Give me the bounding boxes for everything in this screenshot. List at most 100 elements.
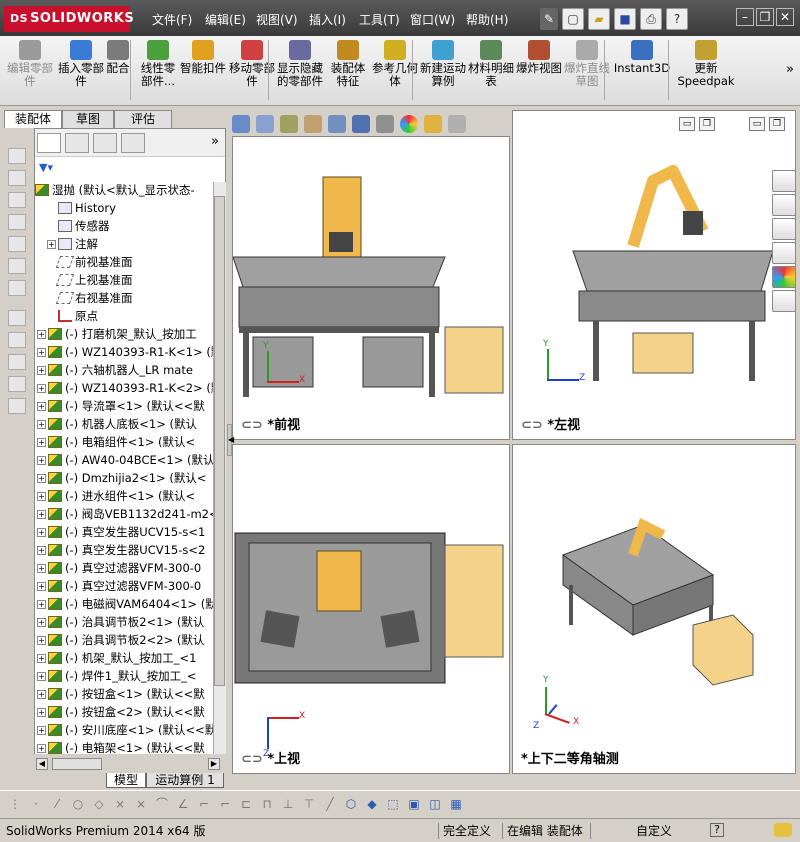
expand-icon[interactable]: + [37, 492, 46, 501]
property-manager-icon[interactable] [65, 133, 89, 153]
expand-arrows-icon[interactable]: » [211, 134, 219, 149]
tree-item[interactable]: + (-) 焊件1_默认_按加工_< [35, 667, 225, 685]
tree-root[interactable]: 湿抛 (默认<默认_显示状态- [35, 181, 225, 199]
left-strip-icon-10[interactable] [8, 376, 26, 392]
sketch-tool-icon-12[interactable]: ⊓ [260, 797, 274, 811]
viewport-isometric[interactable]: Y X Z *上下二等角轴测 [512, 444, 796, 774]
sketch-tool-icon-6[interactable]: ⨯ [134, 797, 148, 811]
left-strip-icon-0[interactable] [8, 148, 26, 164]
left-strip-icon-6[interactable] [8, 280, 26, 296]
tree-item[interactable]: + (-) WZ140393-R1-K<1> (默 [35, 343, 225, 361]
expand-icon[interactable]: + [37, 726, 46, 735]
expand-icon[interactable]: + [37, 618, 46, 627]
sketch-tool-icon-13[interactable]: ⊥ [281, 797, 295, 811]
toolbar-button-3[interactable]: 线性零部件... [136, 38, 180, 104]
sketch-tool-icon-5[interactable]: ⨯ [113, 797, 127, 811]
tab-motion-study[interactable]: 运动算例 1 [146, 773, 224, 788]
tree-item[interactable]: + (-) 六轴机器人_LR mate [35, 361, 225, 379]
toolbar-button-0[interactable]: 编辑零部件 [4, 38, 56, 104]
tree-item[interactable]: + (-) 安川底座<1> (默认<<默 [35, 721, 225, 739]
expand-icon[interactable]: + [37, 564, 46, 573]
expand-icon[interactable]: + [37, 402, 46, 411]
sketch-tool-icon-7[interactable]: ⌒ [155, 797, 169, 811]
left-strip-icon-9[interactable] [8, 354, 26, 370]
viewport-restore-icon[interactable]: ❐ [699, 117, 715, 131]
pin-icon[interactable]: ✎ [540, 8, 558, 30]
edit-appearance-icon[interactable] [400, 115, 418, 133]
left-strip-icon-5[interactable] [8, 258, 26, 274]
sketch-tool-icon-15[interactable]: ╱ [323, 797, 337, 811]
tab-evaluate[interactable]: 评估 [114, 110, 172, 128]
zoom-to-fit-icon[interactable] [232, 115, 250, 133]
tree-item[interactable]: 右视基准面 [35, 289, 225, 307]
tree-scroll-thumb[interactable] [214, 196, 225, 686]
toolbar-button-14[interactable]: 更新Speedpak [676, 38, 736, 104]
sketch-tool-icon-11[interactable]: ⊏ [239, 797, 253, 811]
expand-icon[interactable]: + [37, 384, 46, 393]
sketch-tool-icon-10[interactable]: ⌐ [218, 797, 232, 811]
left-strip-icon-4[interactable] [8, 236, 26, 252]
menu-insert[interactable]: 插入(I) [309, 11, 346, 28]
tree-item[interactable]: + (-) 电磁阀VAM6404<1> (默 [35, 595, 225, 613]
viewport-tile-icon[interactable]: ▭ [749, 117, 765, 131]
menu-tools[interactable]: 工具(T) [359, 11, 400, 28]
tree-item[interactable]: + (-) 进水组件<1> (默认< [35, 487, 225, 505]
sketch-tool-icon-18[interactable]: ⬚ [386, 797, 400, 811]
left-strip-icon-11[interactable] [8, 398, 26, 414]
left-strip-icon-1[interactable] [8, 170, 26, 186]
expand-icon[interactable]: + [37, 366, 46, 375]
tree-item[interactable]: + (-) 治具调节板2<2> (默认 [35, 631, 225, 649]
menu-file[interactable]: 文件(F) [152, 11, 192, 28]
sketch-tool-icon-3[interactable]: ○ [71, 797, 85, 811]
previous-view-icon[interactable] [280, 115, 298, 133]
print-icon[interactable]: ⎙ [640, 8, 662, 30]
tree-item[interactable]: + (-) AW40-04BCE<1> (默认 [35, 451, 225, 469]
new-document-icon[interactable]: ▢ [562, 8, 584, 30]
sketch-tool-icon-4[interactable]: ◇ [92, 797, 106, 811]
tree-item[interactable]: + (-) 真空过滤器VFM-300-0 [35, 559, 225, 577]
tree-item[interactable]: + (-) 按钮盒<2> (默认<<默 [35, 703, 225, 721]
tree-item[interactable]: 原点 [35, 307, 225, 325]
expand-icon[interactable]: + [37, 654, 46, 663]
viewport-minimize-icon[interactable]: ▭ [679, 117, 695, 131]
open-folder-icon[interactable]: ▰ [588, 8, 610, 30]
tree-item[interactable]: + (-) 机架_默认_按加工_<1 [35, 649, 225, 667]
expand-icon[interactable]: + [37, 420, 46, 429]
tree-item[interactable]: + (-) 按钮盒<1> (默认<<默 [35, 685, 225, 703]
toolbar-button-10[interactable]: 材料明细表 [468, 38, 514, 104]
viewport-top[interactable]: X Z ⊂⊃ *上视 [232, 444, 510, 774]
left-strip-icon-2[interactable] [8, 192, 26, 208]
sketch-tool-icon-1[interactable]: · [29, 797, 43, 811]
toolbar-overflow-icon[interactable]: » [786, 62, 794, 77]
help-icon[interactable]: ? [666, 8, 688, 30]
expand-icon[interactable]: + [37, 744, 46, 753]
viewport-front[interactable]: Y X ⊂⊃ *前视 [232, 136, 510, 440]
menu-edit[interactable]: 编辑(E) [205, 11, 246, 28]
menu-view[interactable]: 视图(V) [256, 11, 298, 28]
tree-item[interactable]: + 注解 [35, 235, 225, 253]
expand-icon[interactable]: + [37, 546, 46, 555]
home-icon[interactable] [772, 170, 796, 192]
sketch-tool-icon-8[interactable]: ∠ [176, 797, 190, 811]
tree-item[interactable]: + (-) 打磨机架_默认_按加工 [35, 325, 225, 343]
toolbar-button-7[interactable]: 装配体特征 [326, 38, 370, 104]
minimize-icon[interactable]: – [736, 8, 754, 26]
tree-item[interactable]: + (-) 真空发生器UCV15-s<2 [35, 541, 225, 559]
view-palette-icon[interactable] [772, 242, 796, 264]
tree-item[interactable]: + (-) WZ140393-R1-K<2> (默 [35, 379, 225, 397]
sketch-tool-icon-21[interactable]: ▦ [449, 797, 463, 811]
custom-properties-icon[interactable] [772, 290, 796, 312]
expand-icon[interactable]: + [37, 600, 46, 609]
expand-icon[interactable]: + [37, 330, 46, 339]
tree-item[interactable]: 上视基准面 [35, 271, 225, 289]
filter-icon[interactable]: ▼▾ [39, 161, 53, 174]
toolbar-button-9[interactable]: 新建运动算例 [420, 38, 466, 104]
restore-icon[interactable]: ❐ [756, 8, 774, 26]
expand-icon[interactable]: + [37, 672, 46, 681]
sketch-tool-icon-0[interactable]: ⋮ [8, 797, 22, 811]
solidworks-logo[interactable]: DS SOLIDWORKS [4, 6, 134, 32]
tree-item[interactable]: + (-) 机器人底板<1> (默认 [35, 415, 225, 433]
tree-item[interactable]: History [35, 199, 225, 217]
sketch-tool-icon-17[interactable]: ◆ [365, 797, 379, 811]
sketch-tool-icon-9[interactable]: ⌐ [197, 797, 211, 811]
